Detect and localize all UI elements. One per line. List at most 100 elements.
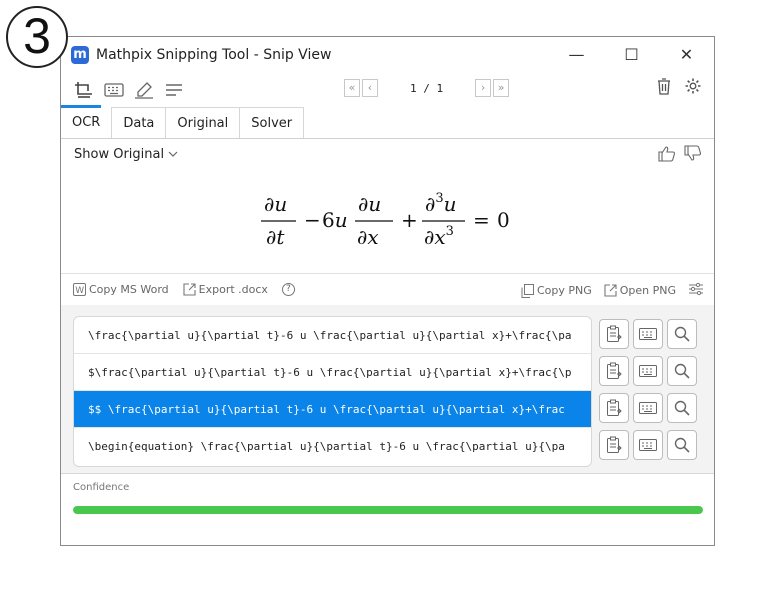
toolbar: « ‹ 1 / 1 › » bbox=[61, 73, 714, 108]
search-icon bbox=[674, 363, 690, 379]
thumbs-down-icon[interactable] bbox=[684, 145, 702, 166]
type-text-button[interactable] bbox=[633, 319, 663, 349]
prev-page-button[interactable]: ‹ bbox=[362, 79, 378, 97]
formula-preview: ∂u ∂t − 6u ∂u ∂x + ∂3u ∂x3 = 0 bbox=[61, 169, 714, 273]
trash-icon[interactable] bbox=[656, 77, 672, 99]
copy-png-label: Copy PNG bbox=[536, 284, 592, 297]
type-text-button[interactable] bbox=[633, 393, 663, 423]
latex-result-row[interactable]: $\frac{\partial u}{\partial t}-6 u \frac… bbox=[74, 354, 591, 391]
next-page-button[interactable]: › bbox=[475, 79, 492, 97]
snip-icon[interactable] bbox=[61, 75, 101, 108]
confidence-section: Confidence bbox=[61, 473, 714, 523]
minimize-button[interactable]: — bbox=[549, 37, 604, 73]
copy-to-clipboard-button[interactable] bbox=[599, 393, 629, 423]
confidence-label: Confidence bbox=[73, 482, 130, 493]
search-button[interactable] bbox=[667, 430, 697, 460]
result-row-actions bbox=[599, 393, 697, 423]
search-button[interactable] bbox=[667, 393, 697, 423]
pager: « ‹ 1 / 1 › » bbox=[344, 79, 510, 97]
search-icon bbox=[674, 400, 690, 416]
search-button[interactable] bbox=[667, 356, 697, 386]
help-button[interactable]: ? bbox=[281, 283, 295, 296]
tab-ocr[interactable]: OCR bbox=[61, 107, 113, 138]
latex-results-list: \frac{\partial u}{\partial t}-6 u \frac{… bbox=[73, 316, 592, 467]
search-icon bbox=[674, 437, 690, 453]
mathpix-logo-icon: m bbox=[71, 46, 89, 64]
svg-text:∂u: ∂u bbox=[264, 192, 287, 216]
external-link-icon bbox=[604, 284, 617, 297]
result-row-actions bbox=[599, 430, 697, 460]
copy-png-button[interactable]: Copy PNG bbox=[521, 283, 592, 298]
keyboard-icon bbox=[639, 402, 657, 414]
svg-text:−: − bbox=[304, 208, 321, 232]
handwriting-icon[interactable] bbox=[129, 75, 159, 105]
keyboard-icon[interactable] bbox=[99, 75, 129, 105]
latex-result-row[interactable]: \frac{\partial u}{\partial t}-6 u \frac{… bbox=[74, 317, 591, 354]
snip-view-window: m Mathpix Snipping Tool - Snip View — ☐ … bbox=[60, 36, 715, 546]
gear-icon[interactable] bbox=[684, 77, 702, 99]
copy-to-clipboard-button[interactable] bbox=[599, 319, 629, 349]
close-button[interactable]: ✕ bbox=[659, 37, 714, 73]
svg-text:∂3u: ∂3u bbox=[425, 191, 457, 216]
confidence-bar bbox=[73, 506, 703, 514]
show-original-label: Show Original bbox=[74, 146, 165, 162]
keyboard-icon bbox=[639, 328, 657, 340]
open-png-button[interactable]: Open PNG bbox=[604, 284, 676, 297]
keyboard-icon bbox=[639, 365, 657, 377]
tab-data[interactable]: Data bbox=[112, 107, 167, 138]
first-page-button[interactable]: « bbox=[344, 79, 360, 97]
external-link-icon bbox=[183, 283, 196, 296]
svg-text:0: 0 bbox=[497, 208, 510, 232]
tab-original[interactable]: Original bbox=[166, 107, 241, 138]
svg-text:6u: 6u bbox=[322, 208, 348, 232]
rendered-equation: ∂u ∂t − 6u ∂u ∂x + ∂3u ∂x3 = 0 bbox=[260, 191, 510, 249]
copy-ms-word-button[interactable]: W Copy MS Word bbox=[73, 283, 169, 296]
clipboard-icon bbox=[607, 436, 622, 453]
show-original-toggle[interactable]: Show Original bbox=[74, 147, 178, 162]
sliders-icon[interactable] bbox=[688, 282, 704, 299]
show-original-row: Show Original bbox=[61, 139, 714, 169]
page-indicator: 1 / 1 bbox=[410, 81, 444, 95]
tab-solver[interactable]: Solver bbox=[240, 107, 305, 138]
svg-text:∂x: ∂x bbox=[357, 225, 379, 249]
type-text-button[interactable] bbox=[633, 356, 663, 386]
export-docx-button[interactable]: Export .docx bbox=[183, 283, 268, 296]
keyboard-icon bbox=[639, 439, 657, 451]
title-bar: m Mathpix Snipping Tool - Snip View — ☐ … bbox=[61, 37, 714, 73]
clipboard-icon bbox=[607, 399, 622, 416]
open-png-label: Open PNG bbox=[619, 284, 676, 297]
latex-results-area: \frac{\partial u}{\partial t}-6 u \frac{… bbox=[61, 305, 714, 473]
copy-to-clipboard-button[interactable] bbox=[599, 356, 629, 386]
search-button[interactable] bbox=[667, 319, 697, 349]
result-row-actions bbox=[599, 356, 697, 386]
confidence-bar-fill bbox=[73, 506, 703, 514]
svg-text:+: + bbox=[401, 208, 418, 232]
thumbs-up-icon[interactable] bbox=[658, 145, 676, 166]
svg-text:∂u: ∂u bbox=[358, 192, 381, 216]
latex-result-row-selected[interactable]: $$ \frac{\partial u}{\partial t}-6 u \fr… bbox=[74, 391, 591, 428]
help-icon: ? bbox=[281, 283, 295, 296]
copy-to-clipboard-button[interactable] bbox=[599, 430, 629, 460]
svg-text:∂x3: ∂x3 bbox=[424, 224, 454, 249]
svg-text:∂t: ∂t bbox=[266, 225, 285, 249]
export-actions-row: W Copy MS Word Export .docx ? Copy PNG O… bbox=[61, 273, 714, 305]
chevron-down-icon bbox=[168, 151, 178, 157]
word-icon: W bbox=[73, 283, 86, 296]
tab-bar: OCR Data Original Solver bbox=[61, 107, 714, 139]
clipboard-icon bbox=[607, 325, 622, 342]
latex-result-row[interactable]: \begin{equation} \frac{\partial u}{\part… bbox=[74, 428, 591, 465]
step-number-badge: 3 bbox=[6, 6, 68, 68]
result-row-actions bbox=[599, 319, 697, 349]
clipboard-icon bbox=[607, 362, 622, 379]
copy-ms-word-label: Copy MS Word bbox=[89, 283, 169, 296]
window-controls: — ☐ ✕ bbox=[549, 37, 714, 73]
type-text-button[interactable] bbox=[633, 430, 663, 460]
export-docx-label: Export .docx bbox=[198, 283, 268, 296]
svg-text:=: = bbox=[473, 208, 490, 232]
text-lines-icon[interactable] bbox=[159, 75, 189, 105]
last-page-button[interactable]: » bbox=[493, 79, 510, 97]
search-icon bbox=[674, 326, 690, 342]
maximize-button[interactable]: ☐ bbox=[604, 37, 659, 73]
svg-text:W: W bbox=[75, 286, 84, 296]
copy-icon bbox=[521, 283, 534, 298]
